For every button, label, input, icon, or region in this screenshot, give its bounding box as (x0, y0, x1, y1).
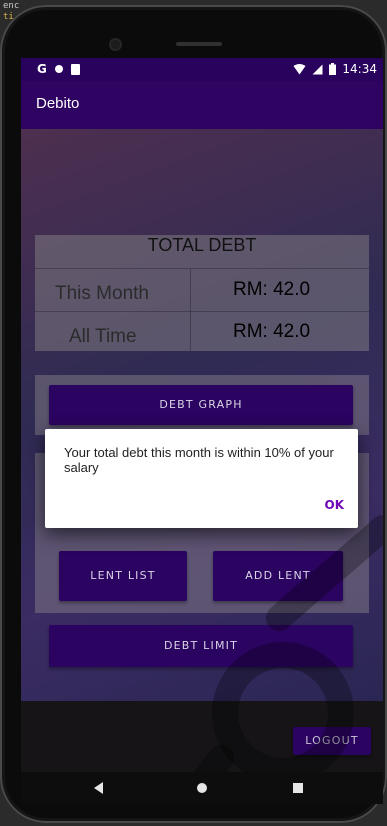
dialog-message: Your total debt this month is within 10%… (64, 445, 334, 475)
editor-line: enc (3, 1, 20, 11)
phone-frame: G 14:34 Debito TOTAL DEBT This Month RM:… (0, 5, 387, 823)
all-time-label: All Time (69, 326, 137, 347)
total-debt-table: TOTAL DEBT This Month RM: 42.0 All Time … (35, 235, 369, 351)
status-time: 14:34 (342, 62, 377, 76)
bottom-bar: LOGOUT (21, 701, 383, 772)
all-time-value: RM: 42.0 (233, 321, 311, 342)
home-icon[interactable] (197, 783, 207, 793)
status-bar: G 14:34 (21, 58, 383, 81)
dialog-ok-button[interactable]: OK (325, 498, 345, 512)
logout-button[interactable]: LOGOUT (293, 727, 371, 755)
google-icon: G (37, 62, 47, 76)
signal-icon (312, 64, 323, 74)
debt-graph-button[interactable]: DEBT GRAPH (49, 385, 353, 425)
this-month-value: RM: 42.0 (233, 279, 311, 300)
navigation-bar (21, 772, 383, 804)
total-debt-header: TOTAL DEBT (35, 235, 369, 269)
phone-screen: G 14:34 Debito TOTAL DEBT This Month RM:… (21, 58, 383, 804)
speaker-grille (176, 42, 222, 46)
recents-icon[interactable] (293, 783, 303, 793)
lent-list-button[interactable]: LENT LIST (59, 551, 187, 601)
record-icon (54, 65, 63, 73)
debt-limit-button[interactable]: DEBT LIMIT (49, 625, 353, 667)
clipboard-icon (70, 63, 80, 75)
back-icon[interactable] (94, 782, 104, 794)
this-month-label: This Month (55, 283, 149, 304)
add-lent-button[interactable]: ADD LENT (213, 551, 343, 601)
battery-icon (329, 63, 337, 75)
app-title: Debito (36, 95, 80, 112)
app-bar: Debito (21, 81, 383, 129)
wifi-icon (293, 63, 306, 74)
alert-dialog: Your total debt this month is within 10%… (45, 429, 358, 528)
camera-icon (109, 38, 122, 51)
main-content: TOTAL DEBT This Month RM: 42.0 All Time … (21, 129, 383, 701)
